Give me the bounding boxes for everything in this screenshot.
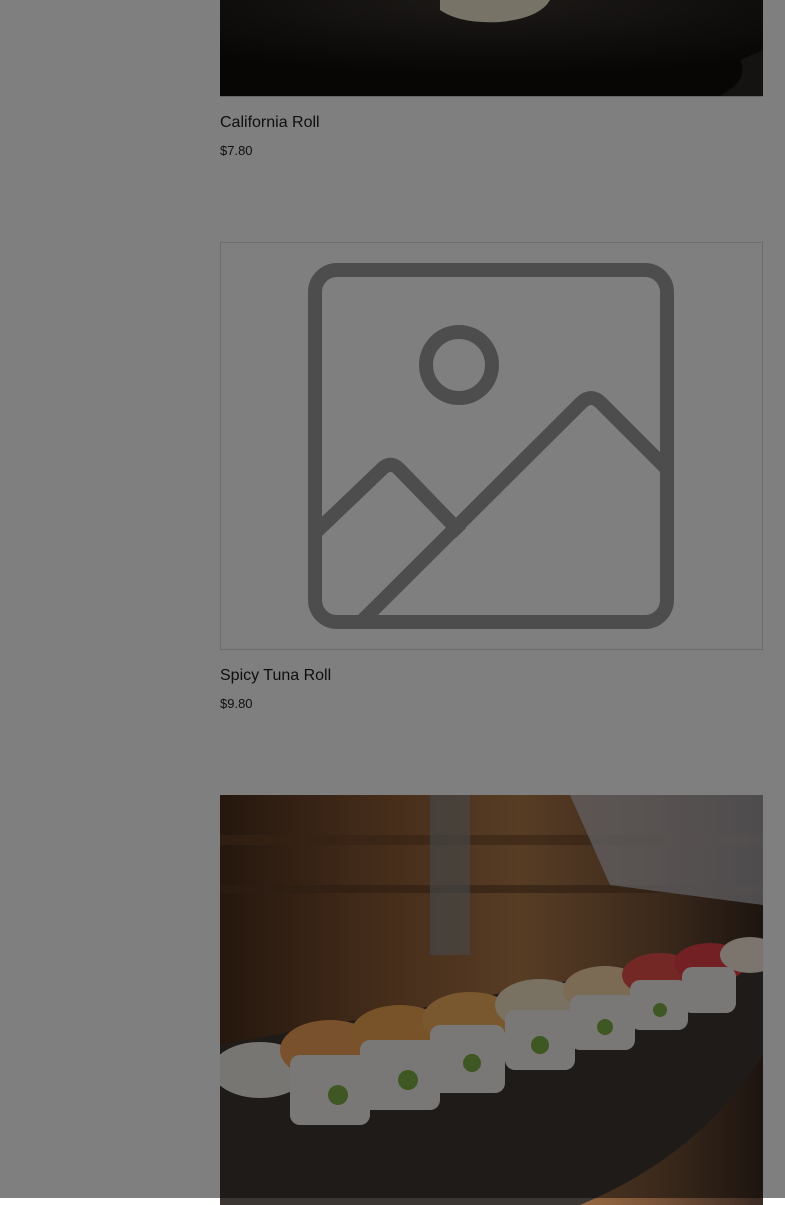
modal-backdrop-overlay[interactable] <box>0 0 785 1198</box>
